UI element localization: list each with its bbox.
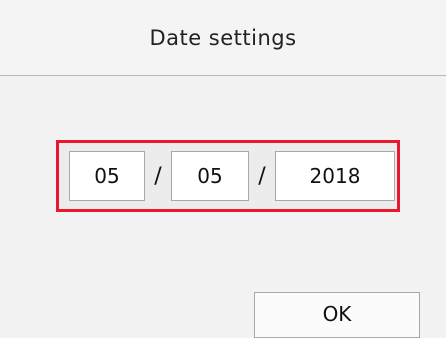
date-separator: / bbox=[258, 163, 266, 189]
page-title: Date settings bbox=[149, 25, 297, 50]
date-settings-screen: Date settings 05 / 05 / 2018 OK bbox=[0, 0, 446, 338]
date-separator: / bbox=[154, 163, 162, 189]
year-field[interactable]: 2018 bbox=[275, 151, 395, 201]
month-field[interactable]: 05 bbox=[69, 151, 145, 201]
title-bar: Date settings bbox=[0, 0, 446, 76]
date-input-group: 05 / 05 / 2018 bbox=[56, 140, 400, 212]
ok-button[interactable]: OK bbox=[254, 292, 420, 338]
day-field[interactable]: 05 bbox=[171, 151, 249, 201]
